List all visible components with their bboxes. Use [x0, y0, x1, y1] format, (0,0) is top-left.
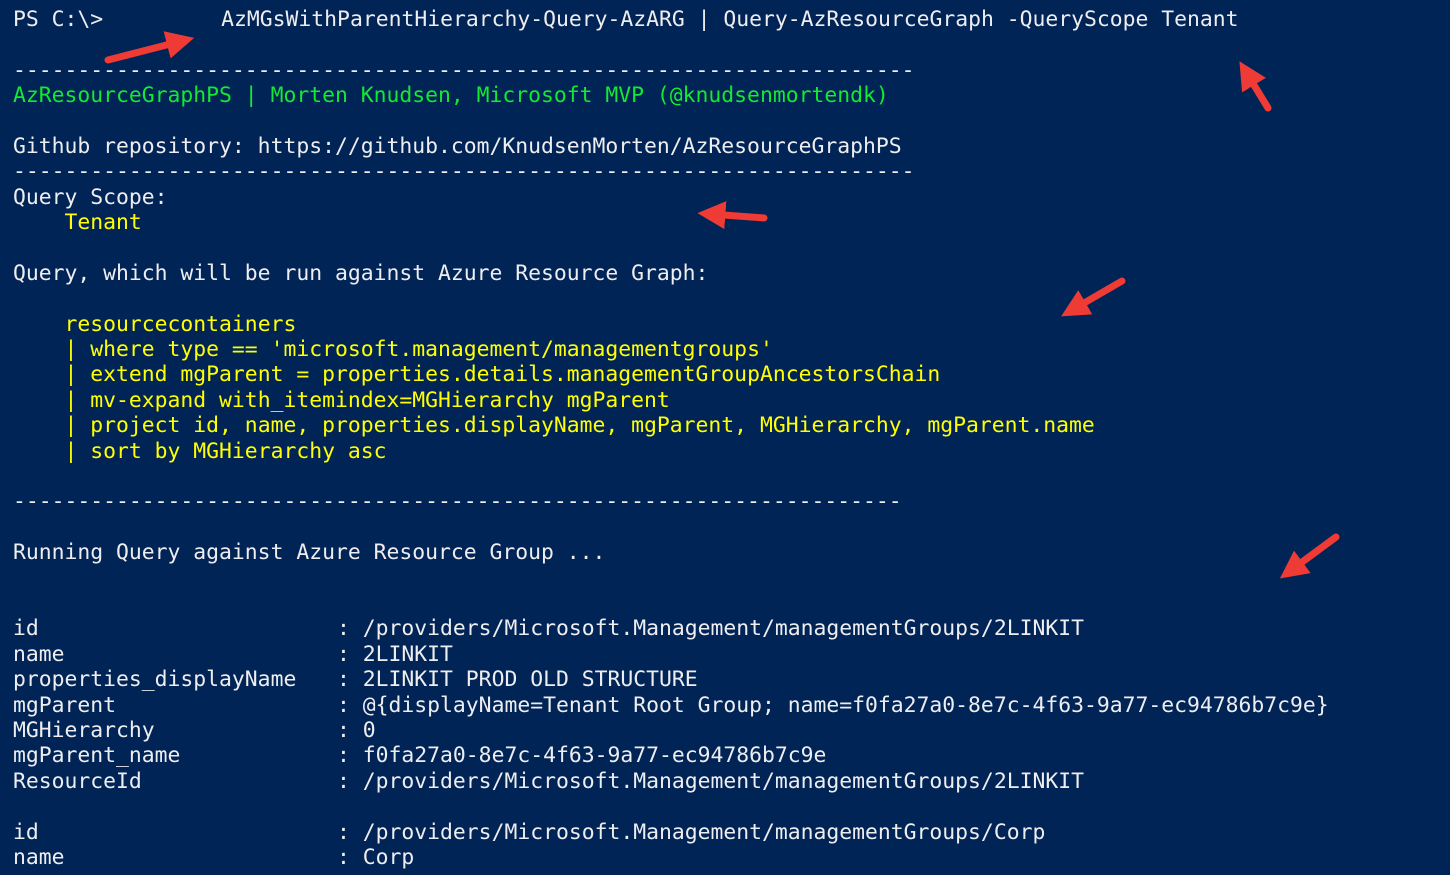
annotation-arrow-icon: [1239, 61, 1272, 112]
annotation-arrow-icon: [104, 31, 1340, 579]
annotation-arrow-icon: [1279, 533, 1340, 579]
annotation-arrow-icon: [1061, 277, 1126, 317]
annotation-arrow-icon: [104, 31, 195, 64]
annotation-arrow-icon: [697, 201, 768, 230]
